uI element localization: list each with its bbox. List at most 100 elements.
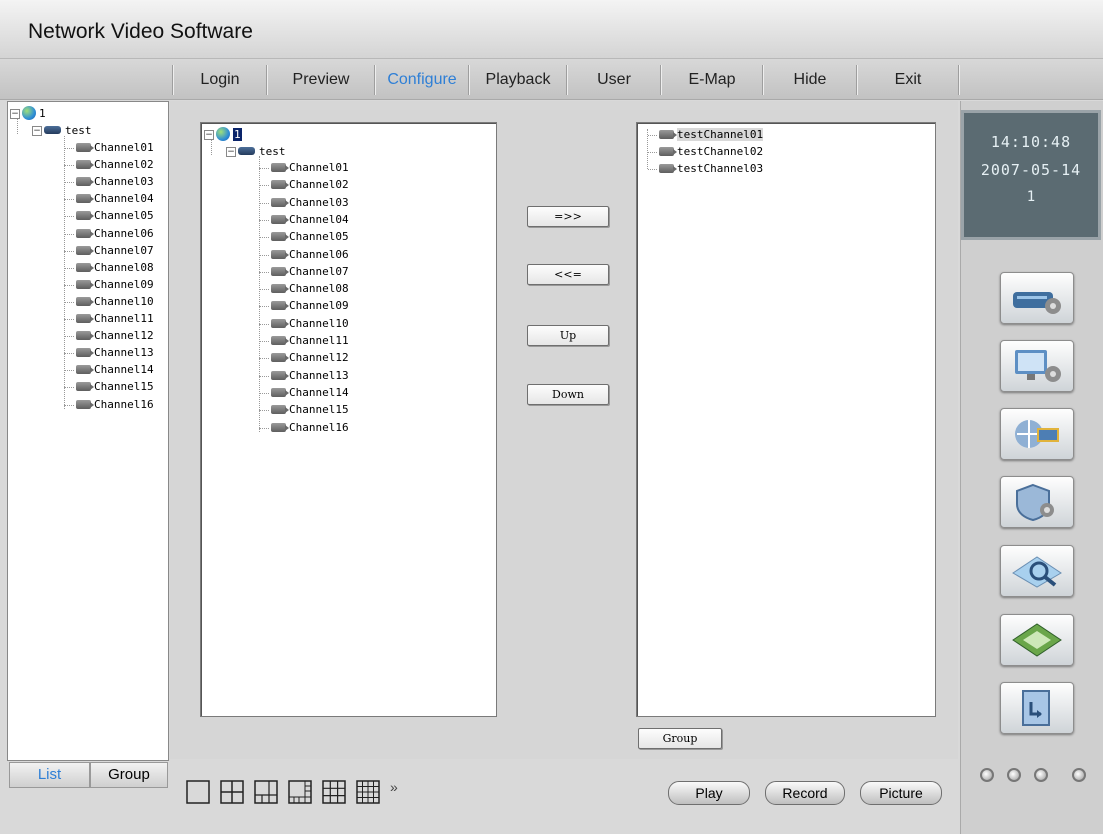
channel-item[interactable]: Channel10 xyxy=(64,293,154,310)
dvr-icon xyxy=(44,126,61,134)
menu-preview[interactable]: Preview xyxy=(268,59,374,99)
channel-label: Channel03 xyxy=(94,175,154,189)
tree-device-label: test xyxy=(65,124,92,137)
channel-item[interactable]: Channel02 xyxy=(259,176,349,193)
source-tree-device[interactable]: − test xyxy=(226,143,286,160)
menu-emap[interactable]: E-Map xyxy=(662,59,762,99)
menu-hide[interactable]: Hide xyxy=(764,59,856,99)
channel-item[interactable]: Channel07 xyxy=(64,242,154,259)
channel-item[interactable]: Channel15 xyxy=(64,378,154,395)
tree-device[interactable]: − test xyxy=(32,122,92,139)
channel-item[interactable]: Channel05 xyxy=(64,207,154,224)
camera-icon xyxy=(271,370,289,380)
tab-group[interactable]: Group xyxy=(90,762,168,788)
network-config-button[interactable] xyxy=(1000,408,1074,460)
collapse-icon[interactable]: − xyxy=(204,130,214,140)
channel-item[interactable]: Channel05 xyxy=(259,228,349,245)
collapse-icon[interactable]: − xyxy=(32,126,42,136)
tree-root[interactable]: −1 xyxy=(10,105,46,122)
channel-item[interactable]: Channel08 xyxy=(64,259,154,276)
channel-item[interactable]: Channel07 xyxy=(259,263,349,280)
layout-8-icon[interactable] xyxy=(288,780,312,804)
indicator-dot-4[interactable] xyxy=(1072,768,1086,782)
layout-6-icon[interactable] xyxy=(254,780,278,804)
menu-login[interactable]: Login xyxy=(174,59,266,99)
channel-item[interactable]: Channel16 xyxy=(64,396,154,413)
tab-list[interactable]: List xyxy=(9,762,90,788)
record-button[interactable]: Record xyxy=(765,781,845,805)
group-button[interactable]: Group xyxy=(638,728,722,749)
more-layouts-button[interactable]: » xyxy=(390,779,398,795)
channel-label: Channel01 xyxy=(289,161,349,174)
source-channel-tree[interactable]: −1 − test Channel01 Channel02 Channel03 Chan… xyxy=(200,122,497,717)
group-channel-list[interactable]: testChannel01 testChannel02 testChannel03 xyxy=(636,122,936,717)
network-config-icon xyxy=(1015,420,1059,448)
channel-item[interactable]: Channel06 xyxy=(64,225,154,242)
camera-icon xyxy=(76,160,94,170)
camera-icon xyxy=(271,249,289,259)
indicator-dot-2[interactable] xyxy=(1007,768,1021,782)
channel-item[interactable]: Channel12 xyxy=(259,349,349,366)
group-channel-item[interactable]: testChannel02 xyxy=(648,143,763,160)
search-button[interactable] xyxy=(1000,545,1074,597)
menu-configure[interactable]: Configure xyxy=(376,59,468,99)
channel-item[interactable]: Channel04 xyxy=(64,190,154,207)
channel-item[interactable]: Channel14 xyxy=(259,384,349,401)
layout-4-icon[interactable] xyxy=(220,780,244,804)
indicator-dot-3[interactable] xyxy=(1034,768,1048,782)
clock-display: 14:10:48 2007-05-14 1 xyxy=(961,110,1101,240)
channel-item[interactable]: Channel13 xyxy=(259,367,349,384)
group-channel-item[interactable]: testChannel03 xyxy=(648,160,763,177)
channel-label: Channel02 xyxy=(94,158,154,172)
group-channel-item[interactable]: testChannel01 xyxy=(648,126,764,143)
security-config-button[interactable] xyxy=(1000,476,1074,528)
card-config-button[interactable] xyxy=(1000,614,1074,666)
layout-16-icon[interactable] xyxy=(356,780,380,804)
channel-item[interactable]: Channel03 xyxy=(259,194,349,211)
channel-item[interactable]: Channel09 xyxy=(259,297,349,314)
channel-label: Channel15 xyxy=(94,380,154,394)
channel-item[interactable]: Channel08 xyxy=(259,280,349,297)
add-button[interactable]: =>> xyxy=(527,206,609,227)
device-config-button[interactable] xyxy=(1000,272,1074,324)
move-down-button[interactable]: Down xyxy=(527,384,609,405)
channel-item[interactable]: Channel01 xyxy=(259,159,349,176)
channel-item[interactable]: Channel14 xyxy=(64,361,154,378)
play-button[interactable]: Play xyxy=(668,781,750,805)
channel-item[interactable]: Channel16 xyxy=(259,419,349,436)
source-tree-root[interactable]: −1 xyxy=(204,126,242,143)
monitor-config-button[interactable] xyxy=(1000,340,1074,392)
channel-label: Channel16 xyxy=(289,420,349,434)
channel-item[interactable]: Channel02 xyxy=(64,156,154,173)
channel-item[interactable]: Channel04 xyxy=(259,211,349,228)
channel-item[interactable]: Channel01 xyxy=(64,139,154,156)
menu-exit[interactable]: Exit xyxy=(858,59,958,99)
menu-playback[interactable]: Playback xyxy=(470,59,566,99)
device-tree-panel[interactable]: −1 − test Channel01 Channel02 Channel03 Chan… xyxy=(7,101,169,761)
remove-button[interactable]: <<= xyxy=(527,264,609,285)
channel-label: Channel06 xyxy=(289,247,349,261)
channel-label: Channel09 xyxy=(94,277,154,291)
channel-item[interactable]: Channel10 xyxy=(259,315,349,332)
channel-item[interactable]: Channel11 xyxy=(259,332,349,349)
exit-button[interactable] xyxy=(1000,682,1074,734)
move-up-button[interactable]: Up xyxy=(527,325,609,346)
channel-label: Channel07 xyxy=(289,264,349,278)
channel-item[interactable]: Channel06 xyxy=(259,246,349,263)
menu-user[interactable]: User xyxy=(568,59,660,99)
layout-9-icon[interactable] xyxy=(322,780,346,804)
channel-item[interactable]: Channel11 xyxy=(64,310,154,327)
channel-label: Channel10 xyxy=(94,294,154,308)
channel-item[interactable]: Channel13 xyxy=(64,344,154,361)
layout-1-icon[interactable] xyxy=(186,780,210,804)
channel-label: Channel13 xyxy=(289,368,349,382)
channel-item[interactable]: Channel15 xyxy=(259,401,349,418)
collapse-icon[interactable]: − xyxy=(10,109,20,119)
globe-icon xyxy=(22,106,36,120)
channel-item[interactable]: Channel09 xyxy=(64,276,154,293)
channel-item[interactable]: Channel03 xyxy=(64,173,154,190)
collapse-icon[interactable]: − xyxy=(226,147,236,157)
picture-button[interactable]: Picture xyxy=(860,781,942,805)
indicator-dot-1[interactable] xyxy=(980,768,994,782)
channel-item[interactable]: Channel12 xyxy=(64,327,154,344)
